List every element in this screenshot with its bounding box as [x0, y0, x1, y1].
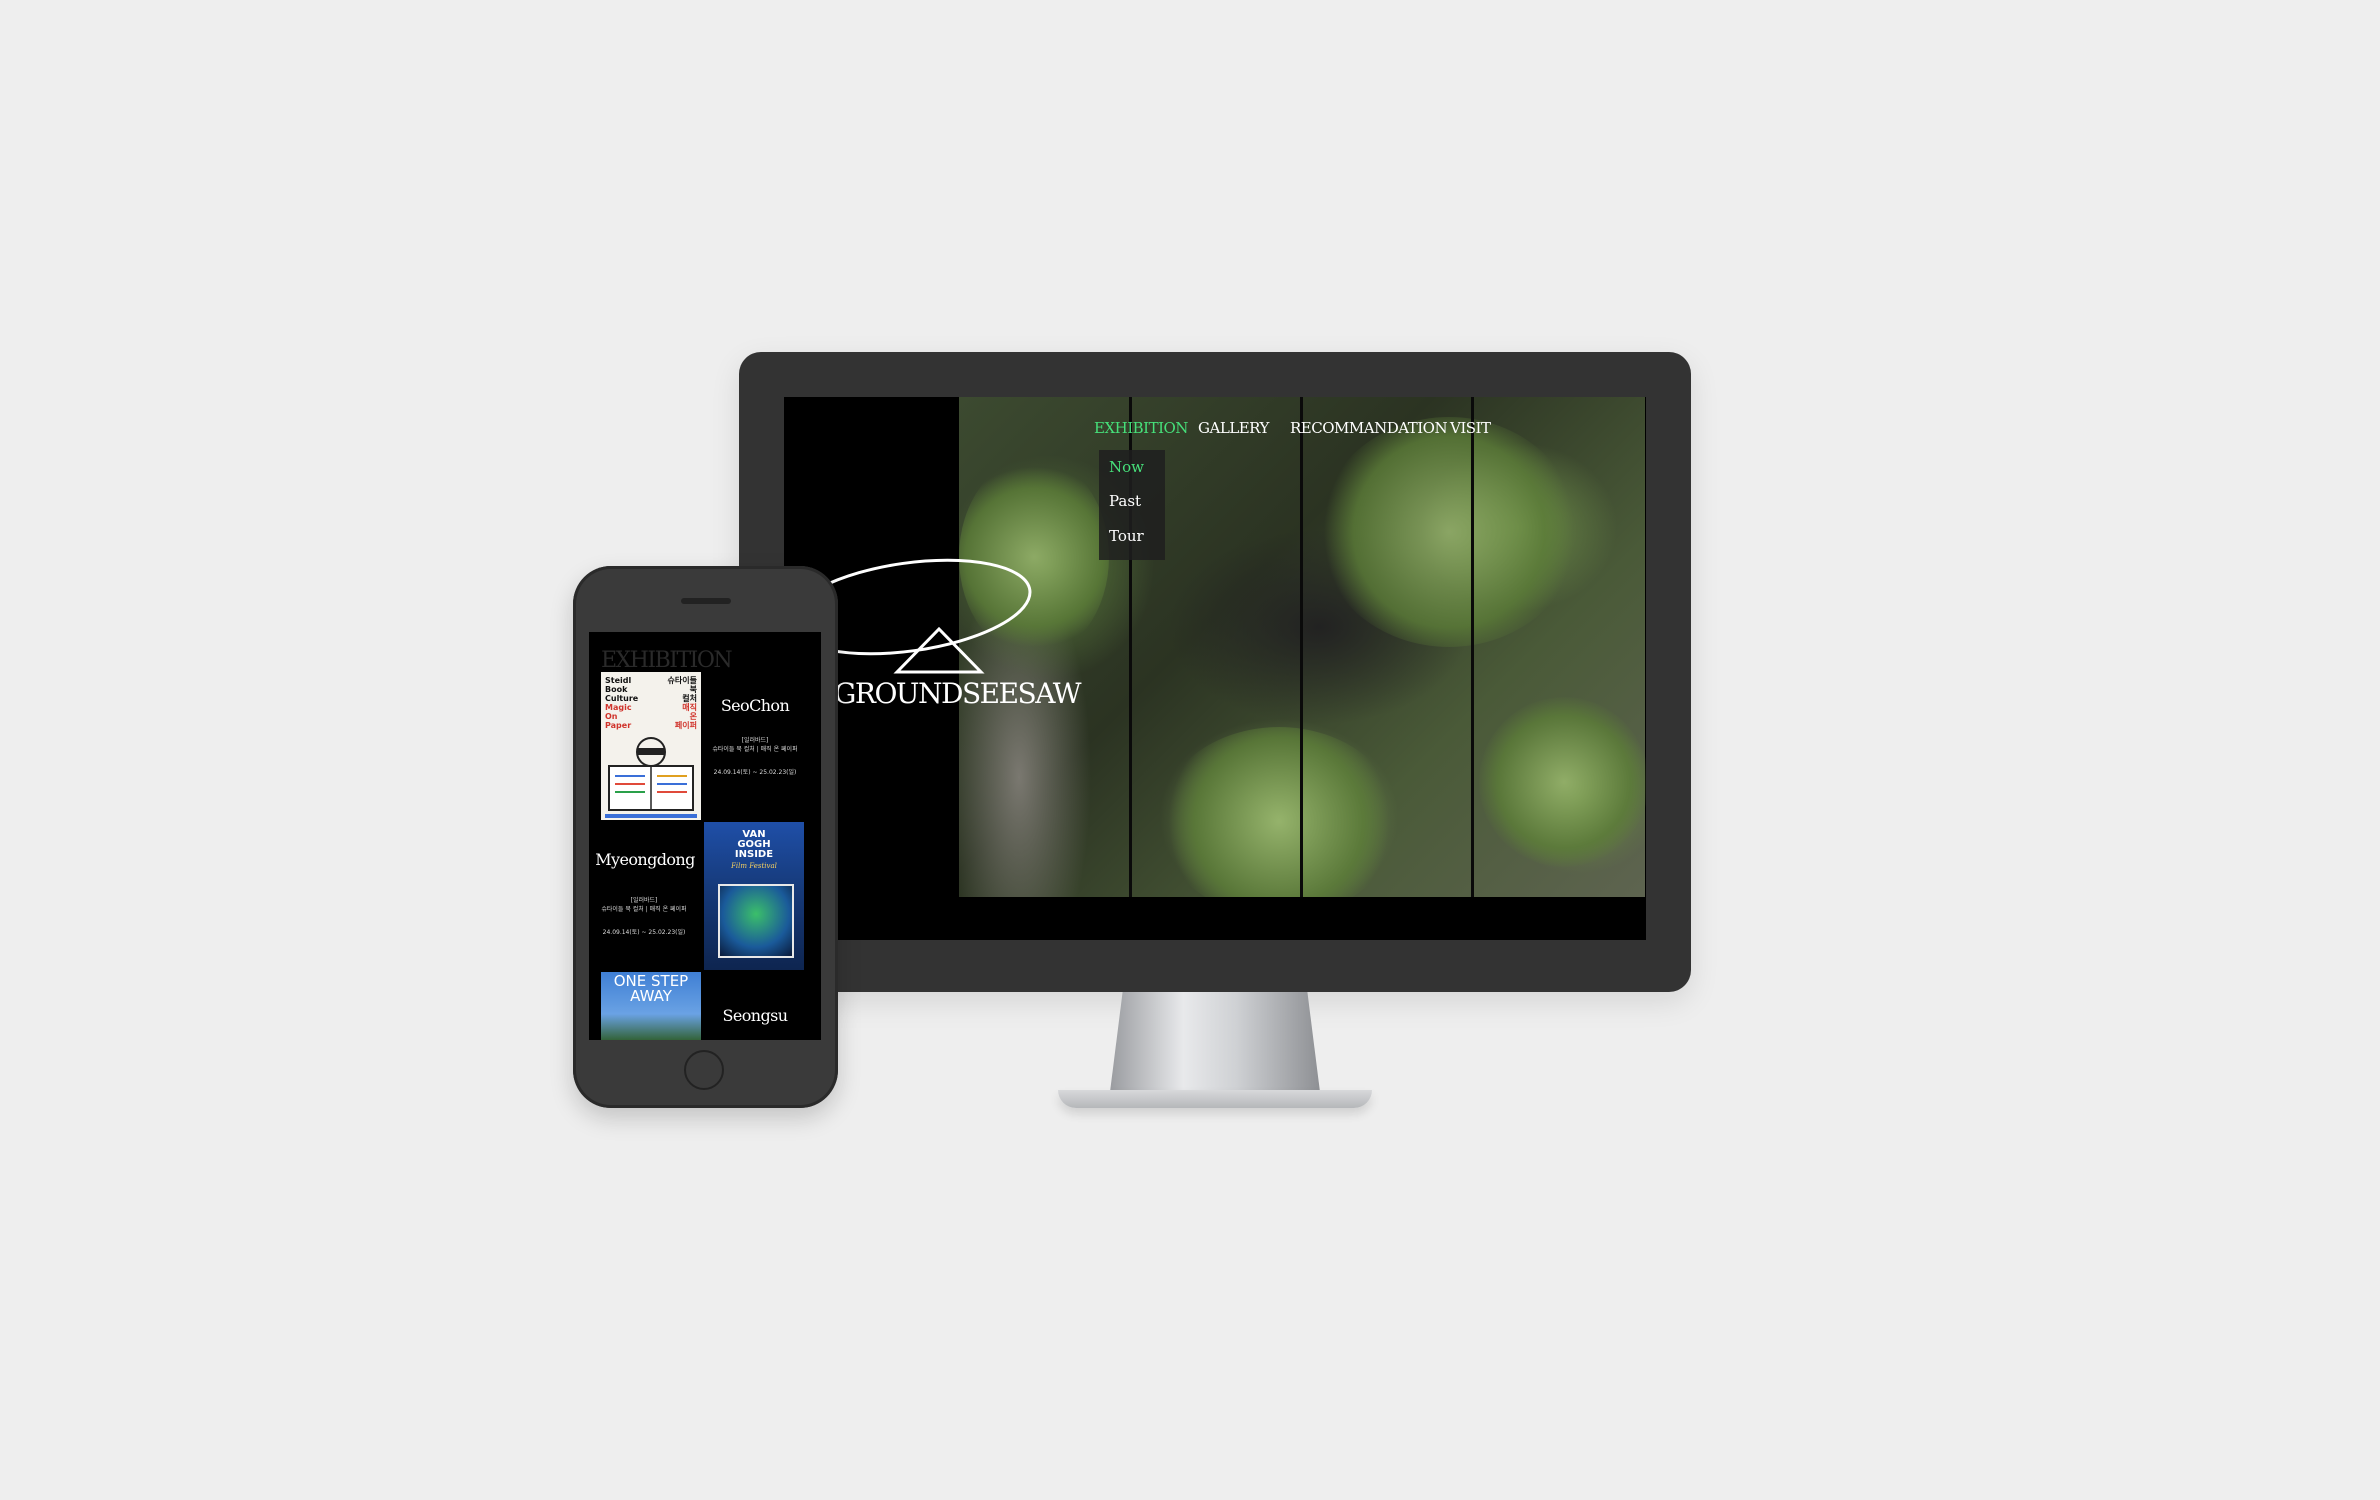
hero-photo-foliage — [1159, 727, 1399, 917]
desktop-monitor: EXHIBITION GALLERY RECOMMANDATION VISIT … — [739, 352, 1691, 992]
poster-text: 슈타이들 — [667, 676, 697, 685]
submenu-tour[interactable]: Tour — [1109, 527, 1144, 545]
poster-text: AWAY — [630, 987, 672, 1005]
poster-artwork — [718, 884, 794, 958]
poster-text: Paper — [605, 721, 632, 730]
card-date: 24.09.14(토) ~ 25.02.23(일) — [713, 769, 797, 776]
card-subtitle-line: 슈타이들 북 컬처 | 매직 온 페이퍼 — [601, 906, 687, 913]
poster-text: INSIDE — [734, 849, 774, 860]
card-subtitle: [일러바드] 슈타이들 북 컬처 | 매직 온 페이퍼 — [589, 896, 699, 914]
card-subtitle-line: 슈타이들 북 컬처 | 매직 온 페이퍼 — [712, 746, 798, 753]
nav-visit[interactable]: VISIT — [1450, 419, 1491, 437]
card-subtitle-line: [일러바드] — [741, 737, 769, 744]
submenu-past[interactable]: Past — [1109, 492, 1141, 510]
card-title-myeongdong[interactable]: Myeongdong — [595, 850, 695, 869]
poster-script: Film Festival — [731, 862, 777, 870]
poster-seochon[interactable]: Steidl Book Culture Magic On Paper 슈타이들 … — [601, 672, 701, 820]
exhibition-submenu: Now Past Tour — [1099, 450, 1165, 560]
poster-text: Culture — [605, 694, 639, 703]
poster-text: 컬처 — [682, 694, 697, 703]
nav-gallery[interactable]: GALLERY — [1198, 419, 1269, 437]
poster-text: Book — [605, 685, 628, 694]
poster-text: 온 — [689, 712, 697, 721]
logo-wordmark[interactable]: GROUNDSEESAW — [834, 677, 1082, 710]
mobile-screen: EXHIBITION Steidl Book Culture Magic On … — [589, 632, 821, 1040]
poster-text: Magic — [605, 703, 632, 712]
card-title-seochon[interactable]: SeoChon — [705, 696, 805, 715]
desktop-screen: EXHIBITION GALLERY RECOMMANDATION VISIT … — [784, 397, 1646, 940]
monitor-stand-foot — [1058, 1090, 1372, 1108]
nav-recommandation[interactable]: RECOMMANDATION — [1290, 419, 1448, 437]
poster-text: On — [605, 712, 618, 721]
poster-seongsu[interactable]: ONE STEP AWAY — [601, 972, 701, 1040]
hero-photo-foliage — [1319, 417, 1579, 647]
poster-text: Steidl — [605, 676, 632, 685]
card-title-seongsu[interactable]: Seongsu — [705, 1006, 805, 1025]
column-divider — [1471, 397, 1474, 897]
mobile-phone: EXHIBITION Steidl Book Culture Magic On … — [573, 566, 838, 1108]
card-subtitle-line: [일러바드] — [630, 897, 658, 904]
footer-bar — [784, 897, 1646, 940]
home-button[interactable] — [684, 1050, 724, 1090]
poster-text: 매직 — [682, 703, 697, 712]
column-divider — [1300, 397, 1303, 897]
poster-myeongdong[interactable]: VAN GOGH INSIDE Film Festival — [704, 822, 804, 970]
phone-speaker — [681, 598, 731, 604]
poster-text: 북 — [689, 685, 697, 694]
nav-exhibition[interactable]: EXHIBITION — [1094, 419, 1188, 437]
card-subtitle: [일러바드] 슈타이들 북 컬처 | 매직 온 페이퍼 — [700, 736, 810, 754]
mobile-heading: EXHIBITION — [601, 648, 733, 673]
poster-text: 페이퍼 — [674, 721, 697, 730]
submenu-now[interactable]: Now — [1109, 458, 1144, 476]
hero-photo-foliage — [1479, 697, 1646, 867]
card-date: 24.09.14(토) ~ 25.02.23(일) — [602, 929, 686, 936]
poster-illustration — [605, 737, 697, 818]
monitor-stand-neck — [1110, 992, 1320, 1092]
